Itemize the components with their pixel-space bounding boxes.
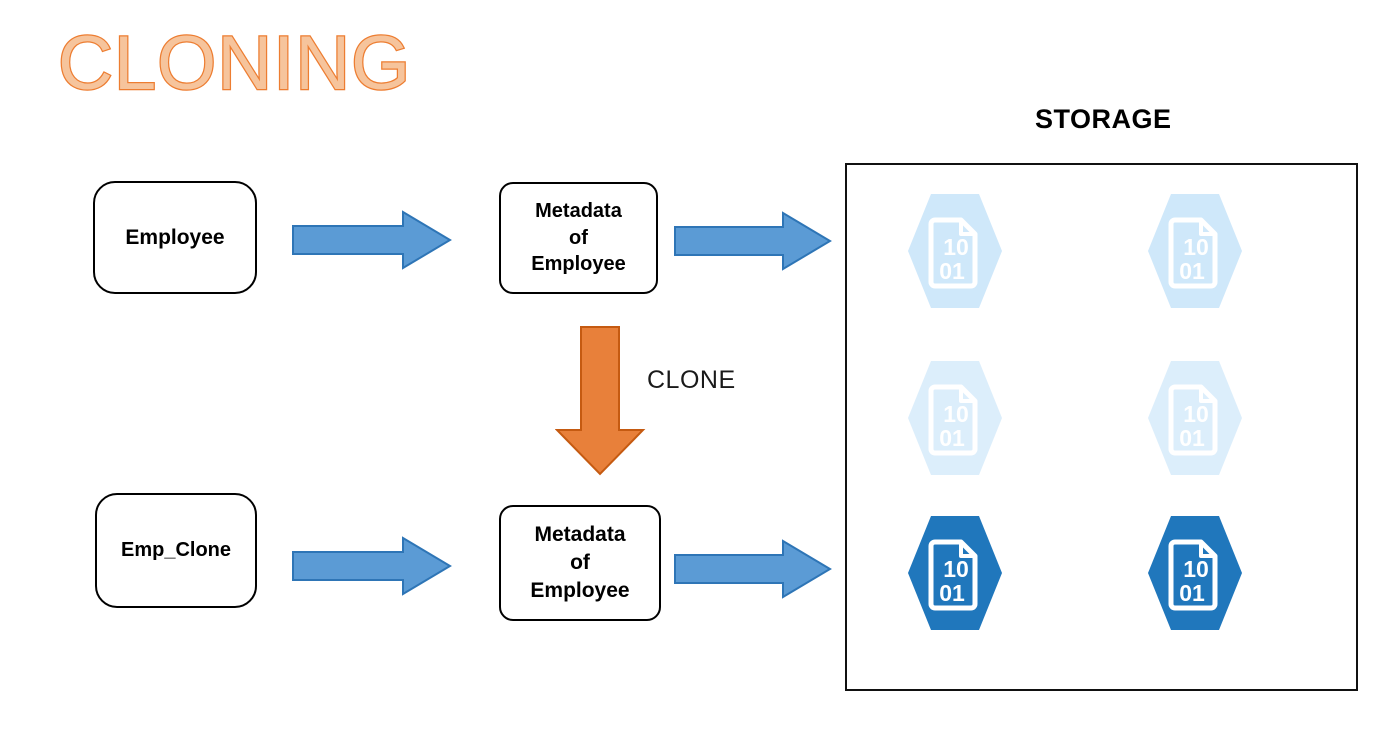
metadata-top-line-2: of: [569, 226, 588, 249]
hexagon-binary-file-icon: 1001: [1148, 361, 1242, 475]
arrow-right-icon-employee-to-metadata: [292, 210, 452, 270]
employee-table-label: Employee: [125, 225, 225, 249]
micro-partition-hexagon-r3-c1: 10 01: [907, 515, 1003, 631]
binary-digits-top: 10: [1183, 556, 1209, 582]
metadata-bottom-line-3: Employee: [530, 578, 630, 602]
arrow-right-icon-empclone-to-metadata: [292, 536, 452, 596]
binary-digits-top: 10: [943, 234, 969, 260]
binary-digits-bottom: 01: [1179, 580, 1205, 606]
binary-digits-bottom: 01: [939, 580, 965, 606]
emp-clone-table-box[interactable]: Emp_Clone: [95, 493, 257, 608]
arrow-right-icon-metadata-to-storage: [674, 211, 832, 271]
storage-heading: STORAGE: [1035, 104, 1172, 134]
binary-digits-top: 10: [943, 401, 969, 427]
cloning-diagram: CLONING STORAGE Employee Metadata of Emp…: [0, 0, 1400, 749]
micro-partition-hexagon-r1-c2: 10 01: [1147, 193, 1243, 309]
hexagon-binary-file-icon: 1001: [1148, 516, 1242, 630]
binary-digits-top: 10: [1183, 234, 1209, 260]
micro-partition-hexagon-r2-c2: 10 01: [1147, 360, 1243, 476]
hexagon-binary-file-icon: 1001: [908, 361, 1002, 475]
employee-table-box[interactable]: Employee: [93, 181, 257, 294]
binary-digits-bottom: 01: [1179, 425, 1205, 451]
binary-digits-bottom: 01: [1179, 258, 1205, 284]
hexagon-binary-file-icon: 1001: [908, 516, 1002, 630]
arrow-right-icon-metadata-bottom-to-storage: [674, 539, 832, 599]
binary-digits-bottom: 01: [939, 258, 965, 284]
binary-digits-top: 10: [943, 556, 969, 582]
emp-clone-table-label: Emp_Clone: [120, 539, 232, 562]
micro-partition-hexagon-r2-c1: 10 01: [907, 360, 1003, 476]
binary-digits-top: 10: [1183, 401, 1209, 427]
metadata-bottom-line-2: of: [570, 551, 590, 575]
metadata-top-line-1: Metadata: [535, 200, 622, 223]
hexagon-binary-file-icon: 1001: [1148, 194, 1242, 308]
arrow-down-icon-clone: [555, 326, 646, 476]
micro-partition-hexagon-r1-c1: 10 01: [907, 193, 1003, 309]
metadata-bottom-line-1: Metadata: [534, 523, 626, 547]
metadata-of-employee-box-top[interactable]: Metadata of Employee: [499, 182, 658, 294]
hexagon-binary-file-icon: 1001: [908, 194, 1002, 308]
micro-partition-hexagon-r3-c2: 10 01: [1147, 515, 1243, 631]
metadata-top-line-3: Employee: [531, 253, 626, 276]
metadata-of-employee-box-bottom[interactable]: Metadata of Employee: [499, 505, 661, 621]
binary-digits-bottom: 01: [939, 425, 965, 451]
storage-panel: 10 01 10 01 10 01 10 01 10 01 10 01: [845, 163, 1358, 691]
page-title: CLONING: [57, 21, 412, 107]
clone-arrow-label: CLONE: [647, 366, 736, 394]
